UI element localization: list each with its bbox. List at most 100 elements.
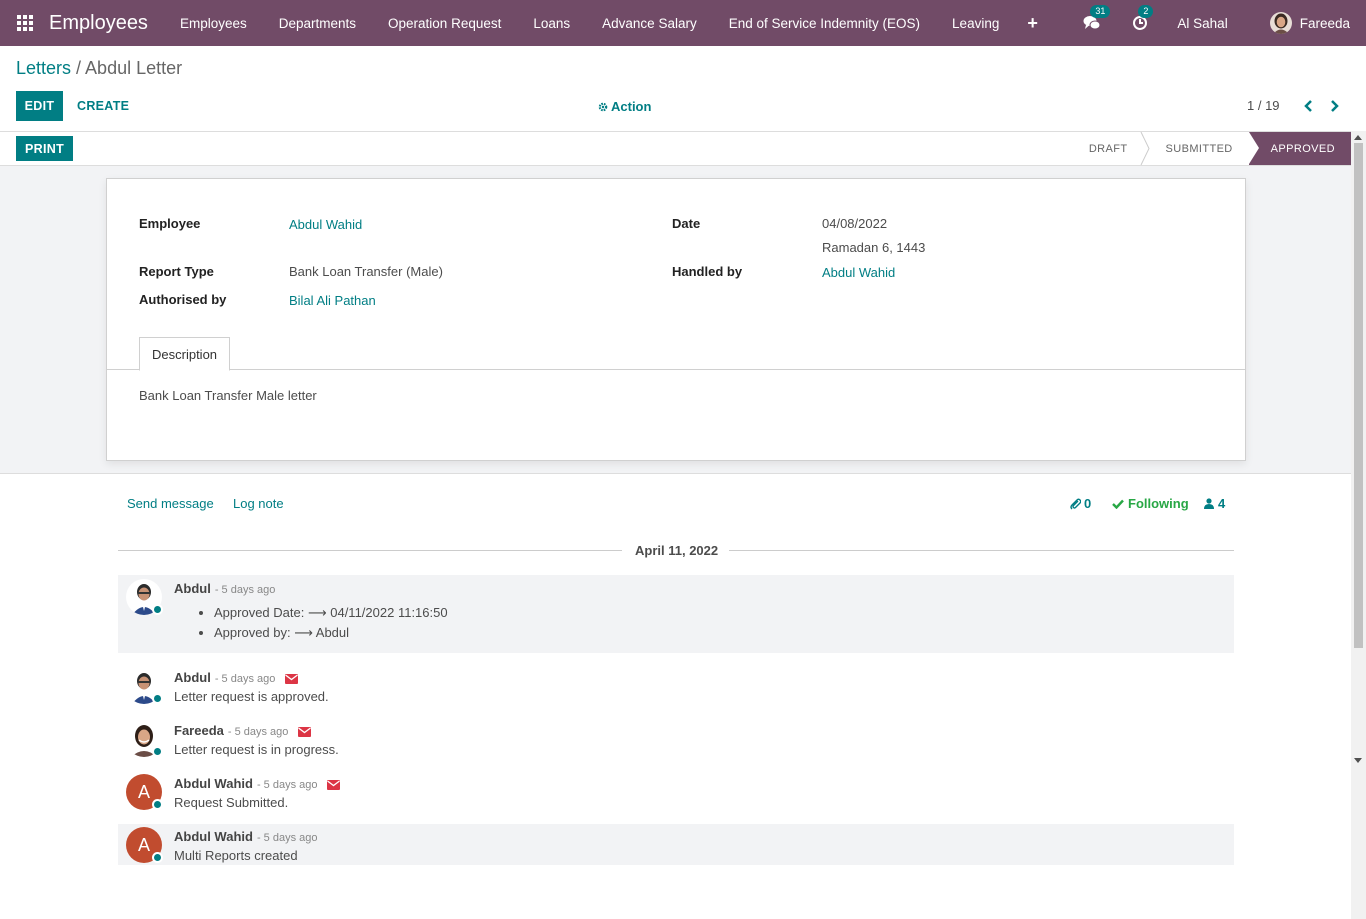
pager-next[interactable] (1328, 97, 1342, 115)
messages-badge: 31 (1090, 5, 1111, 18)
form-sheet: Employee Abdul Wahid Report Type Bank Lo… (106, 178, 1246, 461)
log-note-button[interactable]: Log note (233, 496, 284, 511)
message-time: - 5 days ago (214, 673, 276, 685)
scrollbar[interactable] (1351, 131, 1366, 919)
description-text: Bank Loan Transfer Male letter (139, 388, 317, 403)
followers-count: 4 (1218, 496, 1226, 511)
hijri-date: Ramadan 6, 1443 (822, 240, 926, 255)
envelope-icon[interactable] (285, 673, 298, 684)
presence-online-icon (152, 604, 163, 615)
message-item: Abdul - 5 days ago Letter request is appr… (118, 664, 1234, 708)
action-label: Action (611, 99, 652, 114)
user-name: Fareeda (1299, 15, 1350, 31)
app-title[interactable]: Employees (49, 12, 148, 35)
menu-plus-icon[interactable]: + (1015, 13, 1050, 34)
message-item: Abdul- 5 days ago Approved Date: ⟶ 04/11… (118, 575, 1234, 653)
menu-loans[interactable]: Loans (517, 16, 586, 31)
separator-line-right (729, 550, 1234, 551)
presence-online-icon (152, 852, 163, 863)
stage-approved[interactable]: APPROVED (1248, 132, 1351, 165)
notebook-tabs: Description (107, 337, 1245, 371)
message-author[interactable]: Abdul - 5 days ago (174, 670, 298, 685)
pager-value[interactable]: 1 / 19 (1247, 98, 1280, 113)
stage-draft[interactable]: DRAFT (1073, 132, 1150, 165)
message-body: Request Submitted. (174, 795, 289, 810)
scroll-up-icon[interactable] (1354, 135, 1362, 140)
message-avatar[interactable]: A (126, 827, 163, 863)
message-item: Fareeda - 5 days ago Letter request is in… (118, 717, 1234, 761)
message-avatar[interactable] (126, 668, 163, 704)
print-button[interactable]: PRINT (16, 136, 73, 161)
tracking-item: Approved by: ⟶ Abdul (214, 625, 448, 641)
message-avatar[interactable]: A (126, 774, 163, 810)
report-type-label: Report Type (139, 264, 214, 279)
message-item: A Abdul Wahid - 5 days ago Multi Reports … (118, 824, 1234, 865)
message-time: - 5 days ago (214, 584, 276, 596)
systray: 31 2 Al Sahal Fareeda (1081, 0, 1366, 46)
authorised-label: Authorised by (139, 292, 227, 307)
message-time: - 5 days ago (227, 726, 289, 738)
presence-online-icon (152, 799, 163, 810)
scroll-thumb[interactable] (1354, 143, 1363, 648)
date-field: 04/08/2022 (822, 216, 888, 231)
user-menu[interactable]: Fareeda (1269, 12, 1350, 34)
attachments-count: 0 (1084, 496, 1092, 511)
date-label: Date (672, 216, 701, 231)
company-switcher[interactable]: Al Sahal (1177, 16, 1227, 31)
following-label: Following (1128, 496, 1189, 511)
envelope-icon[interactable] (298, 726, 312, 737)
presence-online-icon (152, 746, 163, 757)
attachments-button[interactable]: 0 (1070, 496, 1091, 511)
chevron-right-icon (1331, 100, 1339, 112)
stage-approved-label: APPROVED (1270, 142, 1335, 155)
chevron-left-icon (1304, 100, 1312, 112)
apps-grid-icon[interactable] (17, 15, 33, 31)
employee-label: Employee (139, 216, 201, 231)
following-button[interactable]: Following (1112, 496, 1189, 511)
menu-eos[interactable]: End of Service Indemnity (EOS) (713, 16, 936, 31)
employee-field[interactable]: Abdul Wahid (289, 217, 362, 232)
user-avatar (1269, 12, 1292, 34)
menu-advance-salary[interactable]: Advance Salary (586, 16, 713, 31)
handled-field[interactable]: Abdul Wahid (822, 265, 895, 280)
message-author[interactable]: Fareeda - 5 days ago (174, 723, 312, 738)
status-stages: DRAFT SUBMITTED APPROVED (1073, 132, 1351, 165)
authorised-field[interactable]: Bilal Ali Pathan (289, 293, 376, 308)
message-item: A Abdul Wahid - 5 days ago Request Submit… (118, 770, 1234, 814)
followers-button[interactable]: 4 (1204, 496, 1225, 511)
envelope-icon[interactable] (327, 779, 341, 790)
message-avatar[interactable] (126, 579, 163, 615)
menu-operation-request[interactable]: Operation Request (372, 16, 517, 31)
menu-departments[interactable]: Departments (263, 16, 372, 31)
message-time: - 5 days ago (256, 832, 318, 844)
message-body: Letter request is approved. (174, 689, 329, 704)
message-author[interactable]: Abdul Wahid - 5 days ago (174, 829, 318, 844)
stage-submitted[interactable]: SUBMITTED (1144, 132, 1249, 165)
pager-previous[interactable] (1301, 97, 1315, 115)
stage-draft-label: DRAFT (1088, 142, 1128, 155)
menu-leaving[interactable]: Leaving (936, 16, 1015, 31)
main-menu: Employees Departments Operation Request … (164, 13, 1050, 34)
separator-line-left (118, 550, 622, 551)
message-avatar[interactable] (126, 721, 163, 757)
presence-online-icon (152, 693, 163, 704)
menu-employees[interactable]: Employees (164, 16, 263, 31)
tab-description[interactable]: Description (139, 337, 231, 371)
messaging-menu[interactable]: 31 (1081, 5, 1111, 34)
message-author[interactable]: Abdul - 5 days ago (174, 581, 275, 596)
edit-button[interactable]: EDIT (16, 91, 63, 121)
activity-menu[interactable]: 2 (1129, 5, 1154, 34)
scroll-down-icon[interactable] (1354, 758, 1362, 763)
top-navbar: Employees Employees Departments Operatio… (0, 0, 1366, 46)
breadcrumb-letters[interactable]: Letters (16, 58, 71, 78)
message-body: Multi Reports created (174, 848, 298, 863)
stage-submitted-label: SUBMITTED (1165, 142, 1233, 155)
create-button[interactable]: CREATE (77, 99, 129, 113)
tracking-item: Approved Date: ⟶ 04/11/2022 11:16:50 (214, 605, 448, 621)
date-separator: April 11, 2022 (635, 543, 719, 558)
action-menu[interactable]: Action (598, 99, 651, 114)
report-type-field: Bank Loan Transfer (Male) (289, 264, 443, 279)
send-message-button[interactable]: Send message (127, 496, 214, 511)
message-time: - 5 days ago (256, 779, 318, 791)
message-author[interactable]: Abdul Wahid - 5 days ago (174, 776, 341, 791)
